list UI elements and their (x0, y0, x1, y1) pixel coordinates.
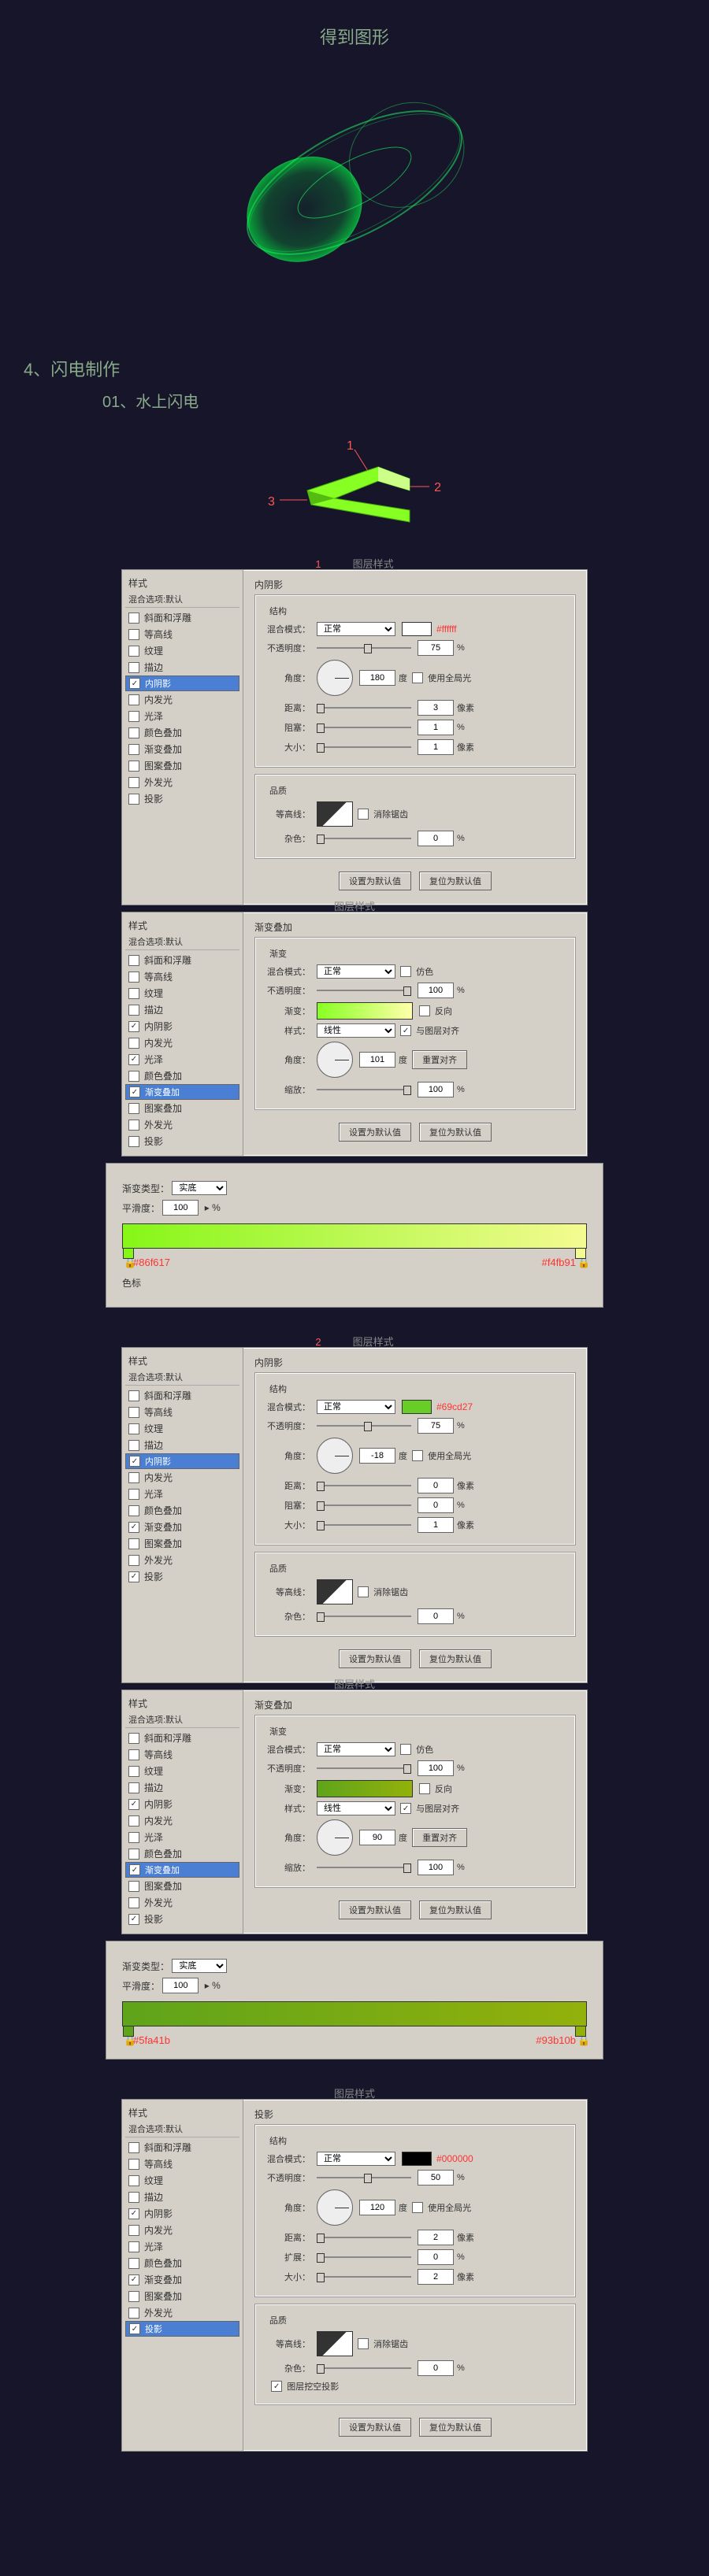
dist-input[interactable] (418, 700, 454, 716)
grad-stop-left[interactable] (123, 1248, 134, 1259)
gradient-picker[interactable] (317, 1002, 413, 1020)
layer-style-panel-1: 1图层样式 样式 混合选项:默认 斜面和浮雕 等高线 纹理 描边 内阴影 内发光… (121, 569, 588, 905)
align-cb[interactable] (400, 1025, 411, 1036)
grad-style-select[interactable]: 线性 (317, 1023, 395, 1038)
style-contour[interactable]: 等高线 (125, 626, 239, 642)
angle-input[interactable] (359, 670, 395, 686)
size-slider[interactable] (317, 742, 411, 753)
callout-1: 1 (347, 439, 354, 453)
gradient-bar[interactable] (122, 1223, 587, 1249)
style-dropshadow[interactable]: 投影 (125, 790, 239, 807)
style-outerglow[interactable]: 外发光 (125, 774, 239, 790)
style-gradoverlay[interactable]: 渐变叠加 (125, 741, 239, 757)
grad-type-select[interactable]: 实底 (172, 1181, 227, 1195)
opacity-slider[interactable] (317, 985, 411, 996)
style-texture[interactable]: 纹理 (125, 642, 239, 659)
group-title: 内阴影 (254, 578, 576, 591)
style-innerglow[interactable]: 内发光 (125, 691, 239, 708)
color-swatch[interactable] (402, 2152, 432, 2166)
choke-slider[interactable] (317, 722, 411, 733)
choke-input[interactable] (418, 720, 454, 735)
arrow-illustration: 1 2 3 (276, 443, 433, 538)
angle-knob[interactable] (317, 660, 353, 696)
opacity-input[interactable] (418, 640, 454, 656)
dist-slider[interactable] (317, 702, 411, 713)
layer-style-panel-4: 图层样式 样式混合选项:默认 斜面和浮雕 等高线 纹理 描边 内阴影 内发光 光… (121, 1690, 588, 1934)
callout-2: 2 (434, 481, 441, 495)
blend-select[interactable]: 正常 (317, 964, 395, 979)
style-patoverlay[interactable]: 图案叠加 (125, 757, 239, 774)
gradient-editor-2: 渐变类型： 实底 平滑度： ▸ % 🔒#5fa41b#93b10b🔒 (106, 1941, 603, 2060)
angle-knob[interactable] (317, 1042, 353, 1078)
scale-slider[interactable] (317, 1084, 411, 1095)
layer-style-panel-3: 2图层样式 样式混合选项:默认 斜面和浮雕 等高线 纹理 描边 内阴影 内发光 … (121, 1347, 588, 1683)
callout-3: 3 (268, 495, 275, 509)
style-satin[interactable]: 光泽 (125, 708, 239, 724)
dither-cb[interactable] (400, 966, 411, 977)
knockout-cb[interactable] (271, 2381, 282, 2392)
reverse-cb[interactable] (419, 1005, 430, 1016)
page-title: 得到图形 (0, 0, 709, 72)
opacity-slider[interactable] (317, 642, 411, 653)
gradient-editor-1: 渐变类型： 实底 平滑度： ▸ % 🔒#86f617#f4fb91🔒 色标 (106, 1163, 603, 1308)
style-stroke[interactable]: 描边 (125, 659, 239, 675)
color-swatch[interactable] (402, 622, 432, 636)
color-swatch[interactable] (402, 1400, 432, 1414)
reset-default-btn[interactable]: 复位为默认值 (419, 872, 492, 890)
global-light-cb[interactable] (412, 672, 423, 683)
sub-01-title: 01、水上闪电 (102, 389, 709, 412)
grad-stop-right[interactable] (575, 1248, 586, 1259)
blend-select[interactable]: 正常 (317, 622, 395, 636)
set-default-btn[interactable]: 设置为默认值 (339, 872, 411, 890)
contour-picker[interactable] (317, 801, 353, 827)
size-input[interactable] (418, 739, 454, 755)
antialias-cb[interactable] (358, 809, 369, 820)
layer-style-panel-5: 图层样式 样式混合选项:默认 斜面和浮雕 等高线 纹理 描边 内阴影 内发光 光… (121, 2099, 588, 2452)
result-shape (197, 72, 512, 293)
style-coloroverlay[interactable]: 颜色叠加 (125, 724, 239, 741)
layer-style-panel-2: 图层样式 样式混合选项:默认 斜面和浮雕 等高线 纹理 描边 内阴影 内发光 光… (121, 912, 588, 1157)
noise-slider[interactable] (317, 833, 411, 844)
style-innershadow[interactable]: 内阴影 (125, 675, 239, 691)
section-4-title: 4、闪电制作 (24, 356, 709, 381)
noise-input[interactable] (418, 831, 454, 846)
style-bevel[interactable]: 斜面和浮雕 (125, 609, 239, 626)
style-sidebar: 样式 混合选项:默认 斜面和浮雕 等高线 纹理 描边 内阴影 内发光 光泽 颜色… (122, 570, 243, 905)
reset-align-btn[interactable]: 重置对齐 (412, 1050, 467, 1069)
